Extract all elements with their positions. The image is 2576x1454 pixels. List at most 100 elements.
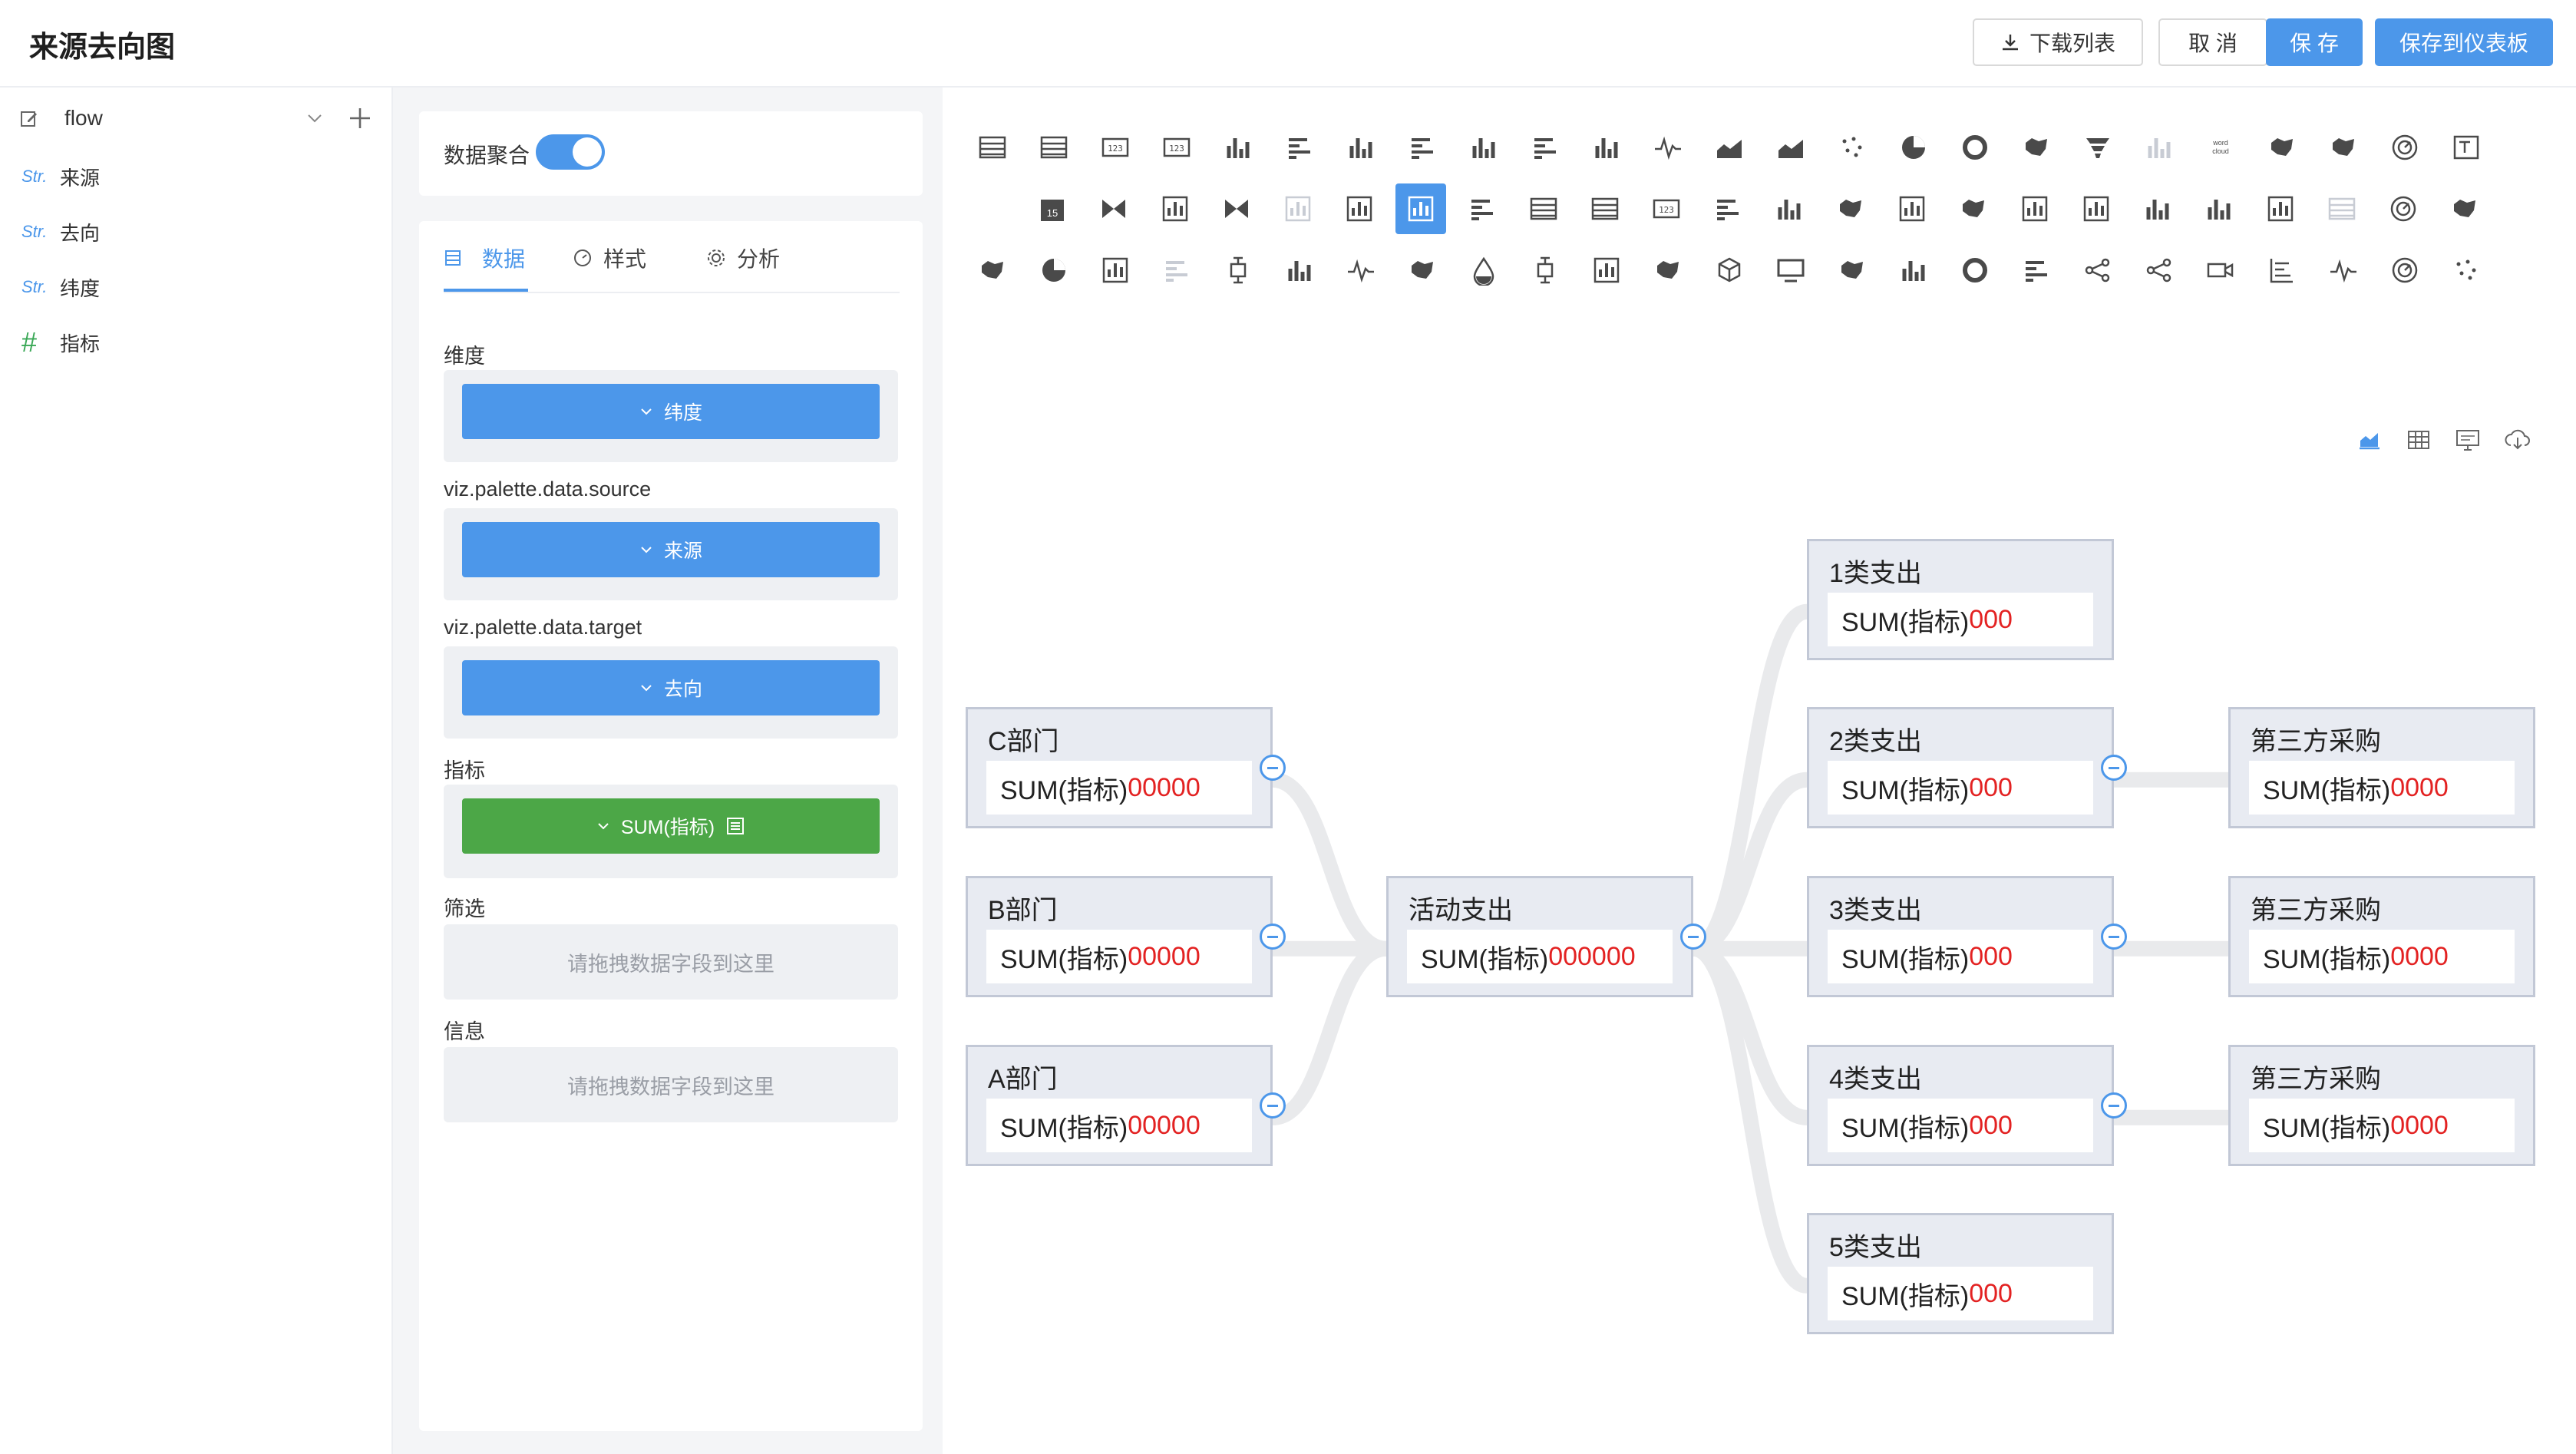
gantt-icon[interactable] xyxy=(2011,245,2062,296)
scatter-icon[interactable] xyxy=(1827,122,1878,173)
percent-bar-icon[interactable] xyxy=(2194,183,2244,234)
chart-icon[interactable] xyxy=(2255,183,2306,234)
world-map-icon[interactable] xyxy=(2318,122,2369,173)
word-cloud-icon[interactable]: word cloud xyxy=(2195,122,2246,173)
map-pin-icon[interactable] xyxy=(1397,245,1448,296)
link-icon[interactable] xyxy=(2134,245,2185,296)
monitor-icon[interactable] xyxy=(1765,245,1816,296)
collapse-node-button[interactable] xyxy=(1260,924,1286,950)
horizontal-bar-icon[interactable] xyxy=(1702,183,1753,234)
stacked-area-icon[interactable] xyxy=(1765,122,1816,173)
area-chart-icon[interactable] xyxy=(1704,122,1755,173)
field-item-metric[interactable]: # 指标 xyxy=(0,319,391,365)
grouped-bar-icon[interactable] xyxy=(1336,122,1386,173)
list-icon[interactable] xyxy=(1580,183,1630,234)
chart-icon[interactable] xyxy=(2010,183,2060,234)
chevron-down-icon[interactable] xyxy=(305,109,324,127)
dumbbell-icon[interactable] xyxy=(1520,245,1570,296)
funnel-icon[interactable] xyxy=(2072,122,2123,173)
target-dropzone[interactable]: 去向 xyxy=(444,646,898,739)
sankey-node[interactable]: 5类支出 SUM(指标) 000 xyxy=(1807,1213,2114,1334)
field-item-latitude[interactable]: Str. 纬度 xyxy=(0,264,391,310)
metric-dropzone[interactable]: SUM(指标) xyxy=(444,785,898,878)
line-chart-icon[interactable] xyxy=(1643,122,1693,173)
tab-data[interactable]: 数据 xyxy=(444,243,525,273)
horizontal-bar-disabled-icon[interactable] xyxy=(1151,245,1202,296)
chart-icon[interactable] xyxy=(1090,245,1141,296)
collapse-node-button[interactable] xyxy=(2101,755,2127,781)
horizontal-bar-icon[interactable] xyxy=(1457,183,1508,234)
sankey-icon[interactable] xyxy=(1088,183,1139,234)
treemap-icon[interactable] xyxy=(1827,245,1878,296)
cube-3d-icon[interactable] xyxy=(1704,245,1755,296)
filter-dropzone[interactable]: 请拖拽数据字段到这里 xyxy=(444,924,898,1000)
source-field-pill[interactable]: 来源 xyxy=(462,522,880,577)
chart-icon[interactable] xyxy=(1581,245,1632,296)
sankey-node[interactable]: 3类支出 SUM(指标) 000 xyxy=(1807,876,2114,997)
tab-analysis[interactable]: 分析 xyxy=(706,243,780,273)
pulse-line-icon[interactable] xyxy=(2318,245,2369,296)
metric-field-pill[interactable]: SUM(指标) xyxy=(462,798,880,854)
sankey-node[interactable]: 第三方采购 SUM(指标) 0000 xyxy=(2228,707,2535,828)
calendar-icon[interactable]: 15 xyxy=(1027,183,1078,234)
pulse-line-icon[interactable] xyxy=(1336,245,1386,296)
chart-disabled-icon[interactable] xyxy=(1273,183,1323,234)
pivot-table-icon[interactable] xyxy=(1029,122,1079,173)
info-dropzone[interactable]: 请拖拽数据字段到这里 xyxy=(444,1047,898,1122)
boxplot-icon[interactable] xyxy=(1213,245,1263,296)
radar-icon[interactable] xyxy=(2378,183,2429,234)
chart-disabled-icon[interactable] xyxy=(1395,183,1446,234)
progress-ring-icon[interactable] xyxy=(1950,245,2000,296)
target-field-pill[interactable]: 去向 xyxy=(462,660,880,715)
percent-bar-icon[interactable] xyxy=(1458,122,1509,173)
percent-horizontal-bar-icon[interactable] xyxy=(1520,122,1570,173)
sankey-node[interactable]: 活动支出 SUM(指标) 000000 xyxy=(1386,876,1693,997)
heatmap-icon[interactable] xyxy=(1643,245,1693,296)
donut-chart-icon[interactable] xyxy=(1950,122,2000,173)
add-icon[interactable] xyxy=(347,105,373,131)
gauge-icon[interactable] xyxy=(2379,122,2430,173)
tab-style[interactable]: 样式 xyxy=(573,243,646,273)
column-icon[interactable] xyxy=(1274,245,1325,296)
rich-text-icon[interactable] xyxy=(2441,122,2492,173)
bar-disabled-icon[interactable] xyxy=(2134,122,2185,173)
source-dropzone[interactable]: 来源 xyxy=(444,508,898,600)
save-button[interactable]: 保 存 xyxy=(2266,18,2363,66)
stacked-horizontal-bar-icon[interactable] xyxy=(1397,122,1448,173)
collapse-node-button[interactable] xyxy=(2101,1092,2127,1119)
save-to-dashboard-button[interactable]: 保存到仪表板 xyxy=(2375,18,2553,66)
waterfall-icon[interactable] xyxy=(1581,122,1632,173)
number-card-icon[interactable]: 123 xyxy=(1090,122,1141,173)
download-list-button[interactable]: 下载列表 xyxy=(1973,18,2143,66)
edit-icon[interactable] xyxy=(18,107,40,129)
sankey-node[interactable]: A部门 SUM(指标) 00000 xyxy=(966,1045,1273,1166)
histogram-icon[interactable] xyxy=(1888,245,1939,296)
video-icon[interactable] xyxy=(2195,245,2246,296)
sankey-node[interactable]: 4类支出 SUM(指标) 000 xyxy=(1807,1045,2114,1166)
collapse-node-button[interactable] xyxy=(1260,755,1286,781)
horizontal-bar-icon[interactable] xyxy=(1274,122,1325,173)
dataset-selector[interactable]: flow xyxy=(0,95,391,141)
aggregate-toggle[interactable] xyxy=(536,134,605,170)
sankey-node[interactable]: 1类支出 SUM(指标) 000 xyxy=(1807,539,2114,660)
rose-chart-icon[interactable] xyxy=(2011,122,2062,173)
world-map-icon[interactable] xyxy=(1948,183,1999,234)
liquid-icon[interactable] xyxy=(1458,245,1509,296)
number-card-icon[interactable]: 123 xyxy=(1151,122,1202,173)
map-icon[interactable] xyxy=(2439,183,2490,234)
bar-chart-icon[interactable] xyxy=(2132,183,2183,234)
sankey-node[interactable]: C部门 SUM(指标) 00000 xyxy=(966,707,1273,828)
butterfly-icon[interactable] xyxy=(1211,183,1262,234)
china-map-icon[interactable] xyxy=(2257,122,2307,173)
chart-icon[interactable] xyxy=(1150,183,1200,234)
region-map-icon[interactable] xyxy=(967,245,1018,296)
pie-chart-icon[interactable] xyxy=(1888,122,1939,173)
cancel-button[interactable]: 取 消 xyxy=(2158,18,2267,66)
tree-icon[interactable] xyxy=(2257,245,2307,296)
chart-icon[interactable] xyxy=(2071,183,2122,234)
collapse-node-button[interactable] xyxy=(1680,924,1706,950)
polar-icon[interactable] xyxy=(2379,245,2430,296)
sankey-node[interactable]: 第三方采购 SUM(指标) 0000 xyxy=(2228,1045,2535,1166)
china-map-icon[interactable] xyxy=(1825,183,1876,234)
sankey-node[interactable]: 第三方采购 SUM(指标) 0000 xyxy=(2228,876,2535,997)
